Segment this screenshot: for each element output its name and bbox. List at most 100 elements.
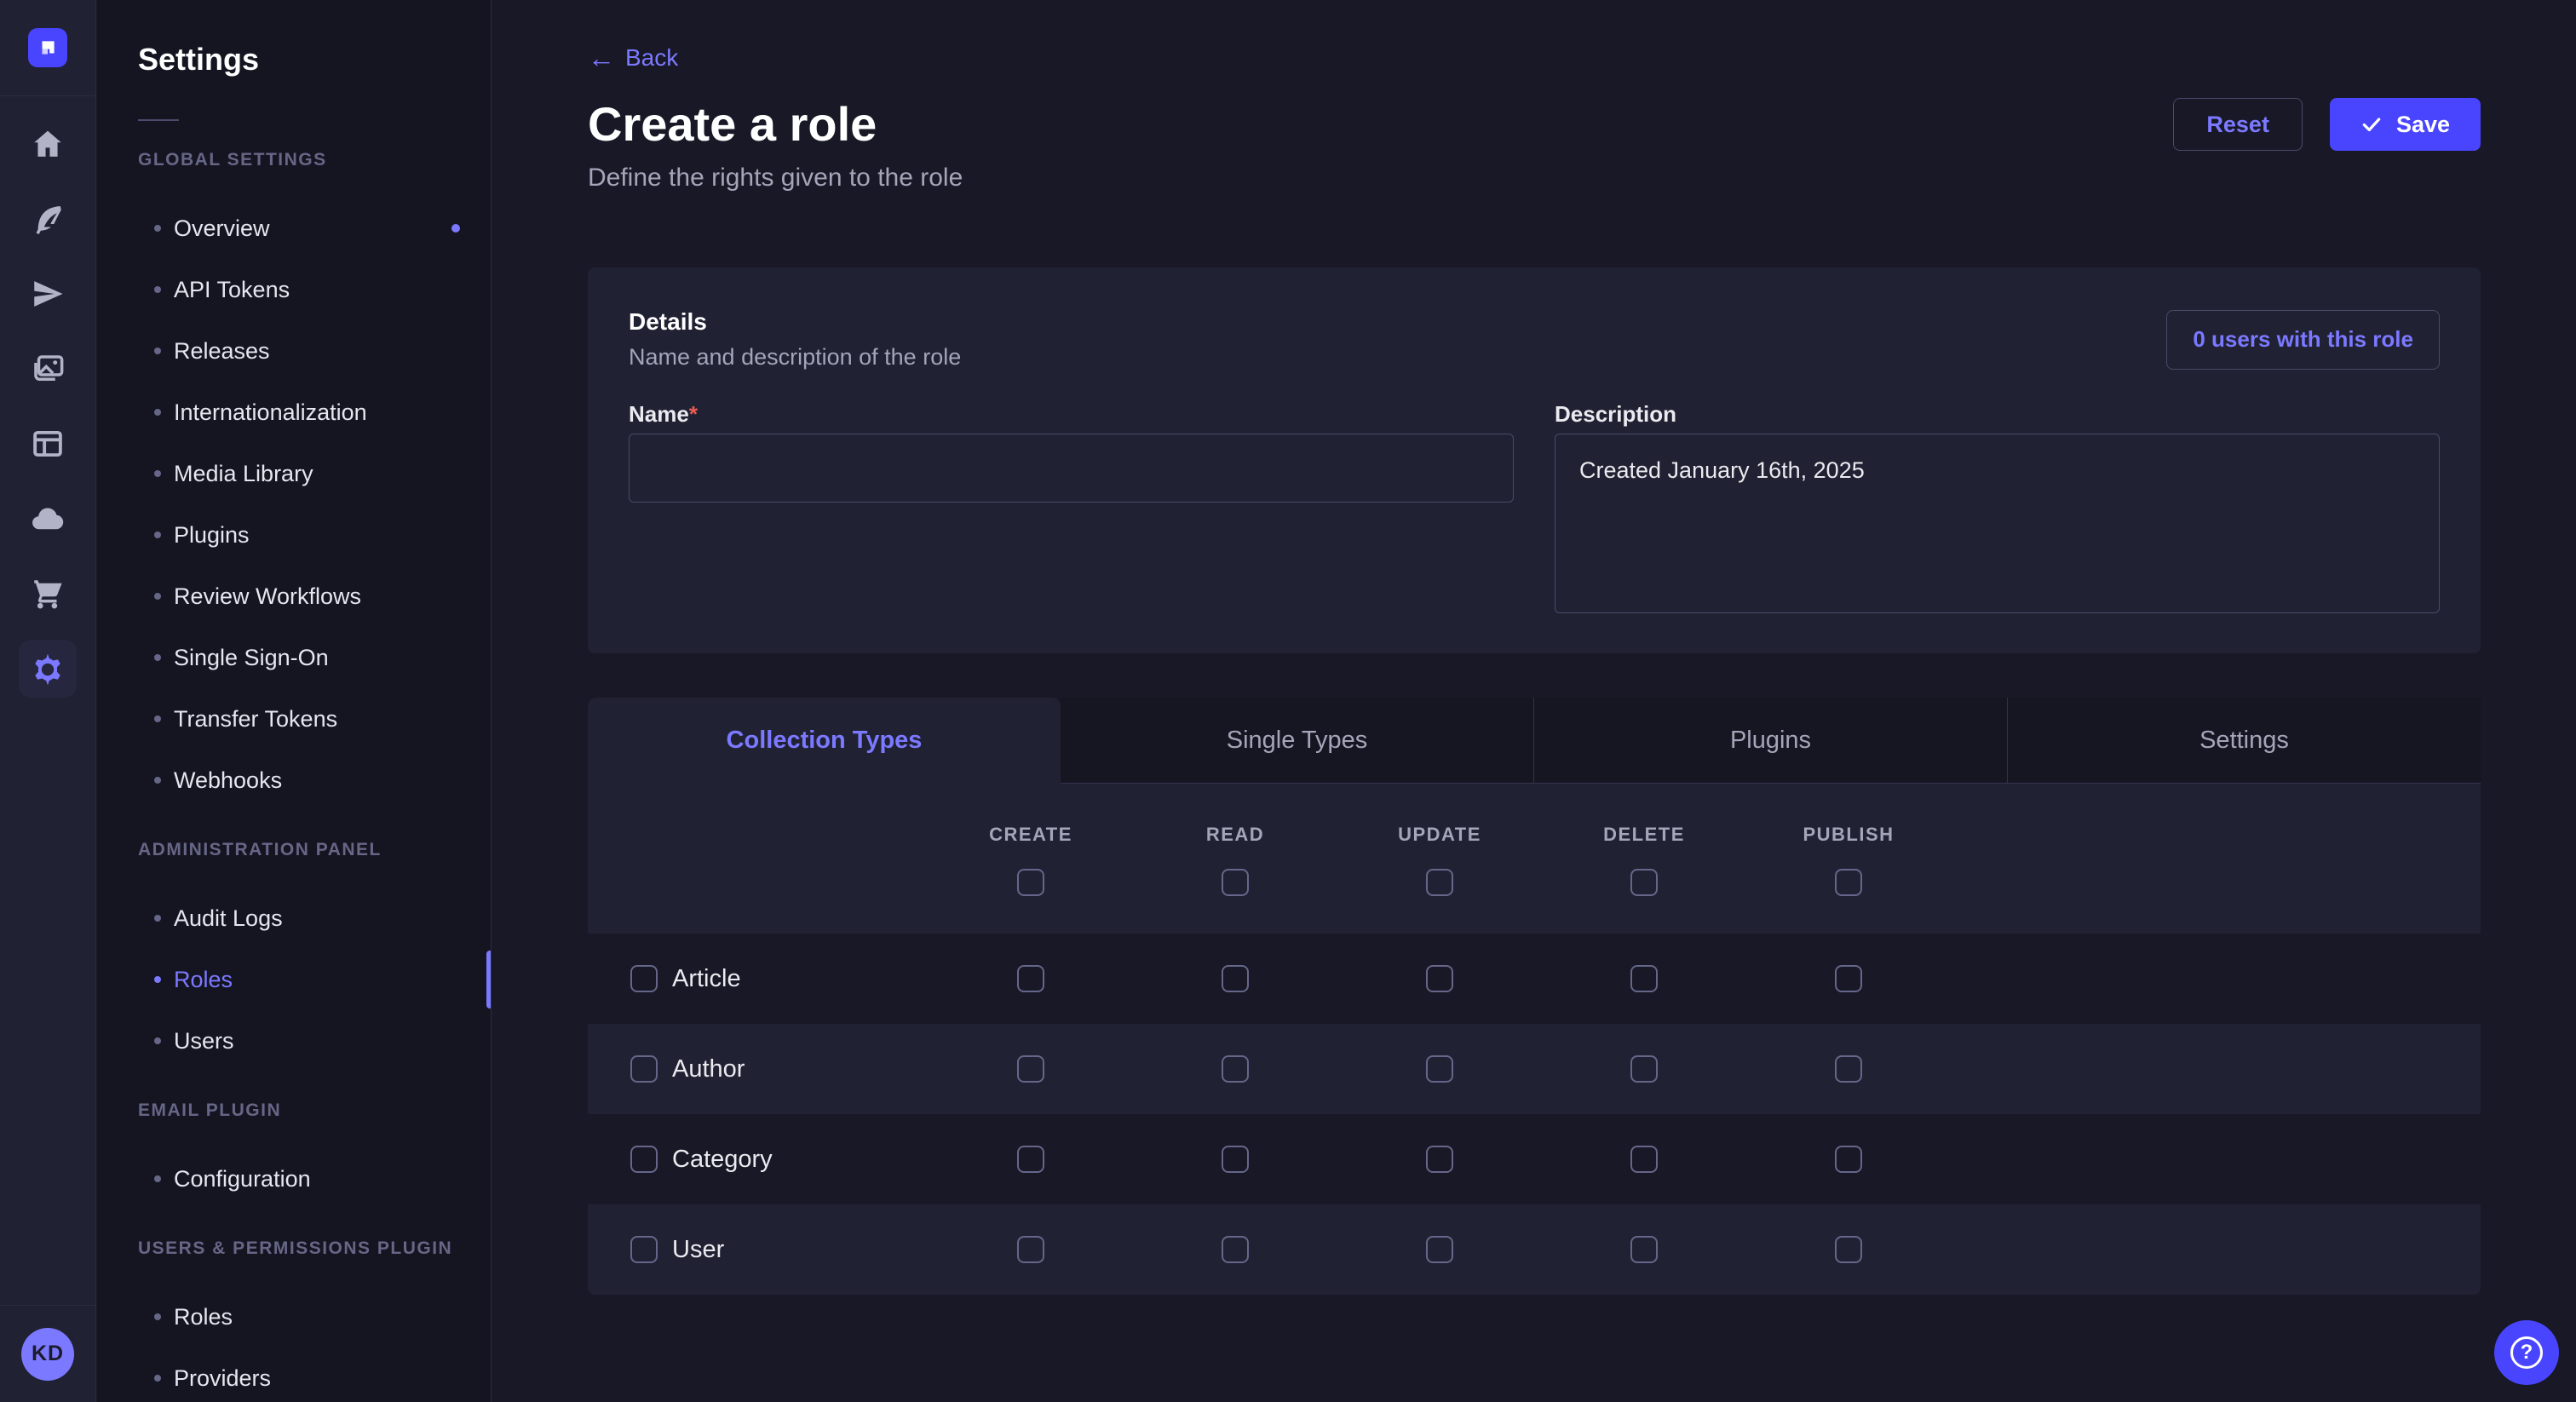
permissions-panel: CREATEREADUPDATEDELETEPUBLISH ArticleAut…: [588, 784, 2481, 1295]
check-icon: [2360, 113, 2383, 135]
page-header: Create a role Reset Save: [588, 97, 2481, 152]
required-asterisk: *: [689, 401, 698, 427]
sidebar-item-internationalization[interactable]: Internationalization: [97, 382, 491, 443]
sidebar-item-label: Overview: [174, 215, 270, 242]
sidebar-item-plugins[interactable]: Plugins: [97, 504, 491, 566]
sidebar-item-roles[interactable]: Roles: [97, 949, 491, 1010]
details-fields: Name* Description Created January 16th, …: [629, 401, 2440, 618]
rail-item-cart[interactable]: [0, 556, 95, 631]
author-update-checkbox[interactable]: [1426, 1055, 1453, 1083]
bullet-icon: [154, 1313, 161, 1320]
subnav-sections: GLOBAL SETTINGS Overview API TokensRelease…: [97, 148, 491, 1402]
tab-settings[interactable]: Settings: [2007, 698, 2481, 784]
sidebar-item-roles[interactable]: Roles: [97, 1286, 491, 1347]
name-label-text: Name: [629, 401, 689, 427]
user-read-checkbox[interactable]: [1222, 1236, 1249, 1263]
back-link[interactable]: ← Back: [588, 44, 678, 72]
rail-item-home[interactable]: [0, 106, 95, 181]
user-publish-checkbox[interactable]: [1835, 1236, 1862, 1263]
rail-item-images[interactable]: [0, 331, 95, 406]
perm-cell: [929, 1236, 1133, 1263]
perm-cell: [1133, 1146, 1337, 1173]
rail-item-paper-plane[interactable]: [0, 256, 95, 331]
perm-cell: [1542, 1055, 1746, 1083]
name-input[interactable]: [629, 434, 1514, 503]
perm-column-label: CREATE: [989, 823, 1072, 847]
author-create-checkbox[interactable]: [1017, 1055, 1044, 1083]
save-button[interactable]: Save: [2330, 98, 2481, 151]
tab-plugins[interactable]: Plugins: [1533, 698, 2007, 784]
cloud-icon: [30, 501, 66, 537]
author-read-checkbox[interactable]: [1222, 1055, 1249, 1083]
article-publish-checkbox[interactable]: [1835, 965, 1862, 992]
article-create-checkbox[interactable]: [1017, 965, 1044, 992]
article-read-checkbox[interactable]: [1222, 965, 1249, 992]
subnav-section-label: EMAIL PLUGIN: [138, 1099, 491, 1123]
perm-cell: [1337, 1236, 1542, 1263]
sidebar-item-releases[interactable]: Releases: [97, 320, 491, 382]
rail-item-cloud[interactable]: [0, 481, 95, 556]
article-delete-checkbox[interactable]: [1630, 965, 1658, 992]
sidebar-item-single-sign-on[interactable]: Single Sign-On: [97, 627, 491, 688]
author-delete-checkbox[interactable]: [1630, 1055, 1658, 1083]
home-icon: [30, 126, 66, 162]
select-all-create-checkbox[interactable]: [1017, 869, 1044, 896]
permission-row-author: Author: [588, 1024, 2481, 1114]
user-create-checkbox[interactable]: [1017, 1236, 1044, 1263]
select-row-category-checkbox[interactable]: [630, 1146, 658, 1173]
sidebar-item-media-library[interactable]: Media Library: [97, 443, 491, 504]
main-content: ← Back Create a role Reset Save Define t…: [492, 0, 2576, 1402]
category-create-checkbox[interactable]: [1017, 1146, 1044, 1173]
sidebar-item-users[interactable]: Users: [97, 1010, 491, 1072]
subnav-title-divider: [138, 119, 179, 121]
help-button[interactable]: ?: [2494, 1320, 2559, 1385]
sidebar-item-transfer-tokens[interactable]: Transfer Tokens: [97, 688, 491, 750]
select-row-article-checkbox[interactable]: [630, 965, 658, 992]
select-all-delete-checkbox[interactable]: [1630, 869, 1658, 896]
sidebar-item-webhooks[interactable]: Webhooks: [97, 750, 491, 811]
category-read-checkbox[interactable]: [1222, 1146, 1249, 1173]
article-update-checkbox[interactable]: [1426, 965, 1453, 992]
select-row-user-checkbox[interactable]: [630, 1236, 658, 1263]
content-type-label: User: [672, 1236, 724, 1264]
bullet-icon: [154, 1375, 161, 1382]
back-label: Back: [625, 44, 678, 72]
perm-cell: [1746, 1146, 1951, 1173]
sidebar-item-api-tokens[interactable]: API Tokens: [97, 259, 491, 320]
details-title: Details: [629, 308, 961, 336]
layout-icon: [30, 426, 66, 462]
rail-item-quill[interactable]: [0, 181, 95, 256]
users-with-role-button[interactable]: 0 users with this role: [2166, 310, 2440, 370]
subnav-section-items: Overview API TokensReleasesInternationali…: [97, 198, 491, 811]
row-label-cell: Category: [588, 1146, 929, 1174]
subnav-section-label: GLOBAL SETTINGS: [138, 148, 491, 172]
rail-item-layout[interactable]: [0, 406, 95, 481]
sidebar-item-providers[interactable]: Providers: [97, 1347, 491, 1402]
category-publish-checkbox[interactable]: [1835, 1146, 1862, 1173]
rail-item-gear[interactable]: [0, 631, 95, 706]
sidebar-item-overview[interactable]: Overview: [97, 198, 491, 259]
strapi-logo-mark: [37, 37, 59, 59]
category-delete-checkbox[interactable]: [1630, 1146, 1658, 1173]
user-update-checkbox[interactable]: [1426, 1236, 1453, 1263]
sidebar-item-configuration[interactable]: Configuration: [97, 1148, 491, 1210]
perm-column-label: PUBLISH: [1803, 823, 1894, 847]
select-all-read-checkbox[interactable]: [1222, 869, 1249, 896]
permission-row-category: Category: [588, 1114, 2481, 1204]
description-textarea[interactable]: Created January 16th, 2025: [1555, 434, 2440, 613]
bullet-icon: [154, 470, 161, 477]
tab-single-types[interactable]: Single Types: [1061, 698, 1533, 784]
sidebar-item-audit-logs[interactable]: Audit Logs: [97, 888, 491, 949]
user-delete-checkbox[interactable]: [1630, 1236, 1658, 1263]
tab-collection-types[interactable]: Collection Types: [588, 698, 1061, 784]
category-update-checkbox[interactable]: [1426, 1146, 1453, 1173]
notification-dot: [451, 224, 460, 233]
select-all-update-checkbox[interactable]: [1426, 869, 1453, 896]
avatar[interactable]: KD: [21, 1328, 74, 1381]
select-row-author-checkbox[interactable]: [630, 1055, 658, 1083]
select-all-publish-checkbox[interactable]: [1835, 869, 1862, 896]
sidebar-item-review-workflows[interactable]: Review Workflows: [97, 566, 491, 627]
author-publish-checkbox[interactable]: [1835, 1055, 1862, 1083]
reset-button[interactable]: Reset: [2173, 98, 2303, 151]
strapi-logo[interactable]: [28, 28, 67, 67]
